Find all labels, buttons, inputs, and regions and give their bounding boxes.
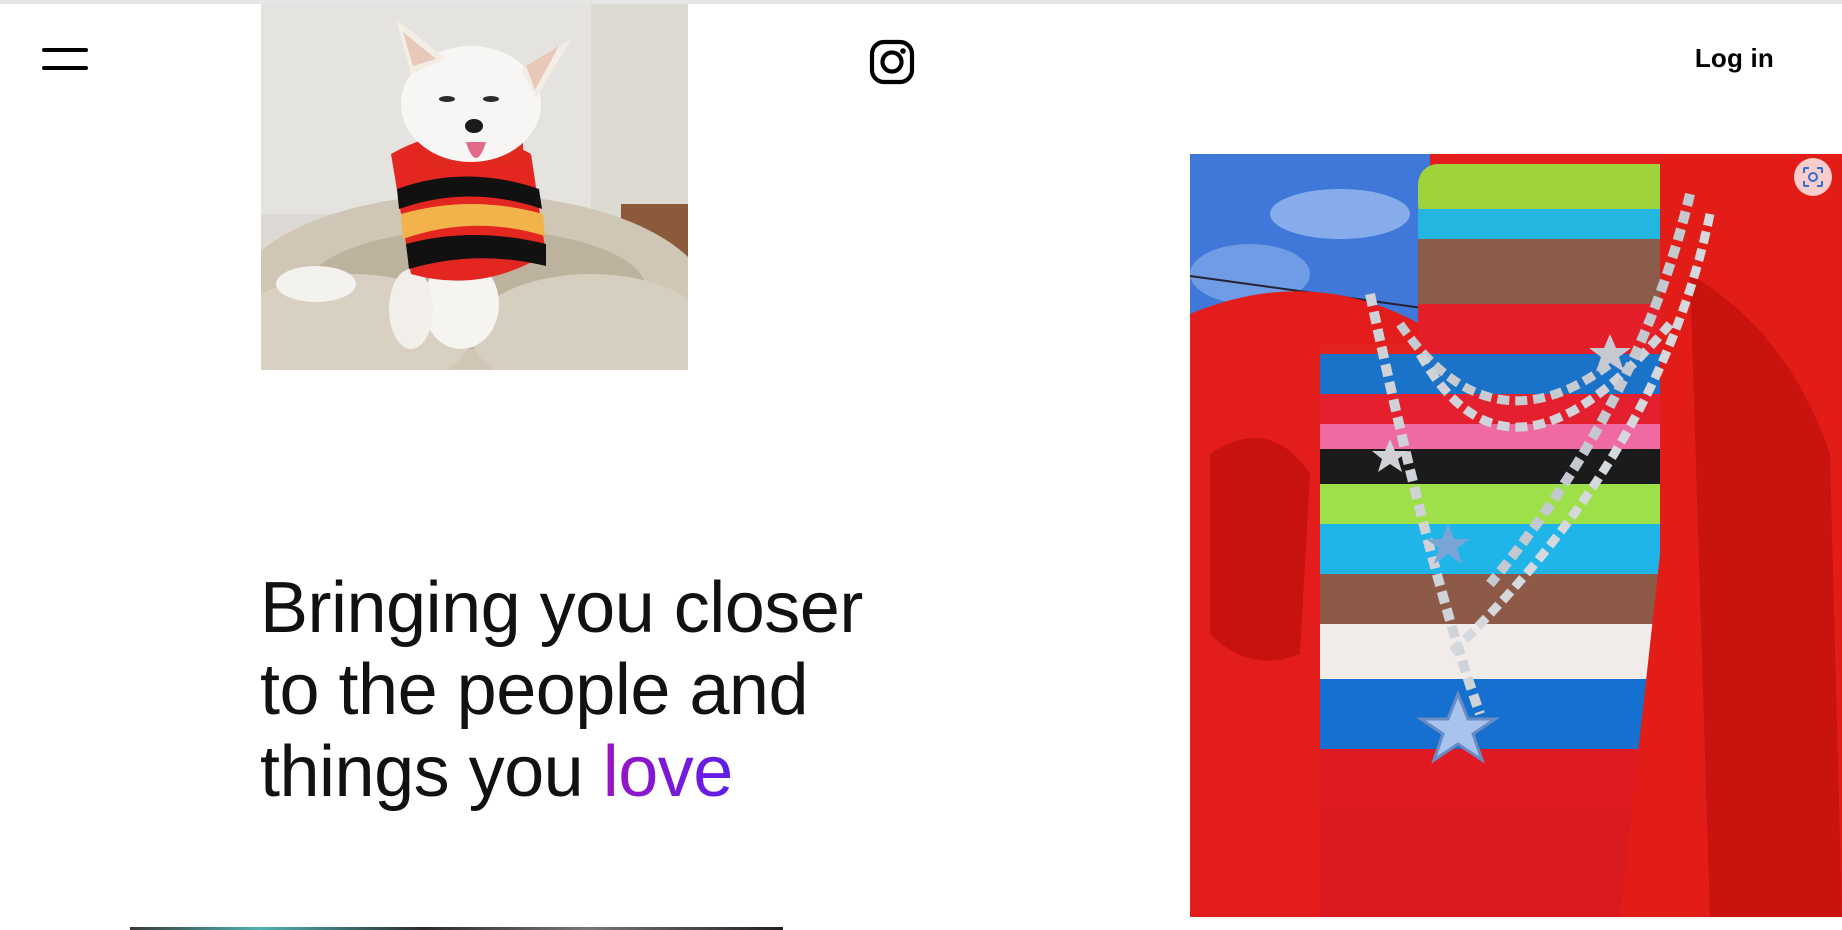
hero-line-1: Bringing you closer [260, 568, 863, 648]
instagram-logo-icon[interactable] [869, 39, 915, 85]
visual-search-icon [1803, 167, 1823, 187]
hero-accent-word: love [602, 732, 734, 812]
hero-line-3: things you [260, 732, 603, 812]
dog-photo [261, 4, 688, 370]
hamburger-menu-icon-bar [42, 66, 88, 70]
hamburger-menu-icon [42, 48, 88, 52]
hero-headline: Bringing you closer to the people and th… [260, 567, 920, 813]
hero-line-2: to the people and [260, 650, 809, 730]
fashion-photo [1190, 154, 1842, 917]
menu-button[interactable] [42, 48, 88, 74]
visual-search-button[interactable] [1794, 158, 1832, 196]
login-link[interactable]: Log in [1695, 43, 1774, 74]
